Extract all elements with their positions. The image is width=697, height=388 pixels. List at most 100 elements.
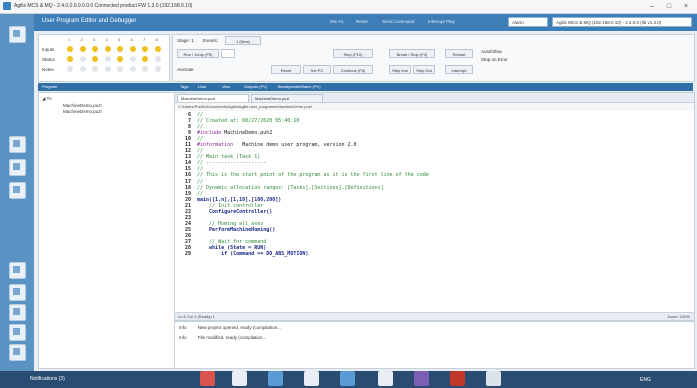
code-area[interactable]: 6//7// Created at: 08/27/2020 05:40:10 8/… [175, 112, 694, 312]
tab-vars[interactable]: Vars [222, 84, 230, 89]
break-stop-button[interactable]: Break / Stop (F4) [389, 49, 435, 58]
io-led [117, 46, 123, 52]
io-led [129, 66, 136, 72]
help-icon[interactable] [9, 344, 26, 361]
tab-tags[interactable]: Tags [180, 84, 188, 89]
restart-button[interactable]: Restart [445, 49, 473, 58]
tree-item[interactable]: MachineDemo.puzl [63, 103, 102, 108]
io-led [154, 66, 161, 72]
set-pc-button[interactable]: Set PC [303, 65, 331, 74]
io-column-label: 7 [143, 37, 146, 42]
reset-button[interactable]: Reset [271, 65, 301, 74]
minimize-button[interactable]: – [645, 2, 659, 11]
io-led [92, 56, 98, 62]
editor-header: User Program Editor and Debugger MS-A1 R… [34, 14, 697, 31]
menu-send-command[interactable]: Send Command [382, 19, 415, 24]
app-icon-3[interactable] [268, 371, 283, 386]
file-path: C:\Users\Public\Documents\Agilis\Agilis.… [175, 103, 694, 111]
close-button[interactable]: × [679, 2, 693, 11]
app-icon-8[interactable] [450, 371, 465, 386]
app-icon-6[interactable] [378, 371, 393, 386]
io-led [154, 46, 161, 52]
notes-label: Notes [42, 67, 54, 72]
file-tab[interactable]: MachineDemo.puzl [177, 94, 249, 102]
project-tree: ◢ Tv MachineDemo.puzl MachineDemo.puzl [38, 92, 175, 369]
io-led [142, 46, 148, 52]
output-level: Info [179, 335, 187, 340]
tool-icon[interactable] [9, 304, 26, 321]
tab-outputs[interactable]: Outputs (PV) [244, 84, 267, 89]
debug-icon[interactable] [9, 159, 26, 176]
app-icon-2[interactable] [232, 371, 247, 386]
document-icon[interactable] [9, 262, 26, 279]
home-icon[interactable] [9, 26, 26, 43]
stage-label: Stage: 1 [177, 38, 194, 43]
app-icon-5[interactable] [340, 371, 355, 386]
app-icon-1[interactable] [200, 371, 215, 386]
step-out-button[interactable]: Step Out [413, 65, 435, 74]
notifications-text[interactable]: Notifications (3) [30, 376, 65, 382]
step-button[interactable]: Step (F10) [333, 49, 373, 58]
io-status-panel: Inputs Status Notes 1 2 3 4 5 6 7 8 [38, 34, 170, 82]
file-tab[interactable]: MachineDemo.puzl [251, 94, 323, 102]
editor-tabstrip: Program Tags Lists Vars Outputs (PV) Bre… [38, 83, 693, 91]
settings-icon[interactable] [9, 324, 26, 341]
stop-on-error-checkbox[interactable]: Stop on Error [481, 57, 508, 62]
program-icon[interactable] [9, 136, 26, 153]
io-led [129, 56, 136, 62]
tray-lang[interactable]: ENG [640, 377, 651, 383]
speed-field[interactable] [221, 49, 235, 58]
continue-button[interactable]: Continue (F5) [333, 65, 373, 74]
menu-reset[interactable]: Reset [356, 19, 368, 24]
main-window: User Program Editor and Debugger MS-A1 R… [34, 14, 697, 371]
io-led [154, 56, 161, 62]
io-led [104, 46, 111, 52]
menu-ms-a1[interactable]: MS-A1 [330, 19, 344, 24]
output-message: File modified, ready (compilation... [197, 335, 267, 340]
app-icon-4[interactable] [304, 371, 319, 386]
alarm-dropdown[interactable]: Alarm [508, 17, 548, 27]
tab-breakpoints[interactable]: Breakpoints/Watch (PV) [278, 84, 321, 89]
help-app-icon[interactable] [486, 371, 501, 386]
io-led [79, 56, 86, 62]
io-led [142, 56, 148, 62]
io-led [142, 66, 148, 72]
interrupt-button[interactable]: Interrupt [445, 65, 473, 74]
tab-program[interactable]: Program [42, 84, 57, 89]
output-panel: Info New project opened, ready (compilat… [174, 321, 695, 369]
io-column-label: 5 [118, 37, 121, 42]
output-level: Info [179, 325, 187, 330]
tab-lists[interactable]: Lists [198, 84, 206, 89]
io-led [104, 66, 111, 72]
animate-checkbox[interactable]: Animate [177, 67, 194, 72]
editor-status: Ln 6 Col 1 (Ready) 1 Zoom: 100% [175, 312, 694, 320]
step-into-button[interactable]: Step Into [389, 65, 411, 74]
io-led [129, 46, 136, 52]
line-number: 29 [184, 251, 191, 258]
run-jump-button[interactable]: Run / Jump (F5) [177, 49, 219, 58]
io-icon[interactable] [9, 182, 26, 199]
io-led [79, 66, 86, 72]
io-led [92, 66, 98, 72]
menu-interrupt-play[interactable]: Interrupt Play [428, 19, 455, 24]
zoom-level: Zoom: 100% [667, 314, 690, 319]
io-led [117, 56, 123, 62]
debug-control-panel: Stage: 1 Events: 1 (New) Run / Jump (F5)… [172, 34, 695, 82]
app-icon-7[interactable] [414, 371, 429, 386]
events-dropdown[interactable]: 1 (New) [225, 36, 261, 45]
io-led [92, 46, 98, 52]
io-led [79, 46, 86, 52]
code-editor: MachineDemo.puzl MachineDemo.puzl C:\Use… [174, 92, 695, 321]
inputs-label: Inputs [42, 47, 55, 52]
io-column-label: 1 [68, 37, 71, 42]
cursor-position: Ln 6 Col 1 (Ready) 1 [178, 314, 215, 319]
autofollow-checkbox[interactable]: Autofollow [481, 49, 502, 54]
io-column-label: 3 [93, 37, 96, 42]
chart-icon[interactable] [9, 284, 26, 301]
maximize-button[interactable]: □ [662, 2, 676, 11]
device-dropdown[interactable]: Agilis MCS & MQ (192.168.0.10) - 2.4.0.0… [552, 17, 692, 27]
tree-root[interactable]: ◢ Tv [42, 96, 52, 102]
io-led [104, 56, 111, 62]
code-line[interactable]: 29 if (Command == DO_ABS_MOTION) [175, 251, 694, 257]
tree-item[interactable]: MachineDemo.puzl [63, 109, 102, 114]
